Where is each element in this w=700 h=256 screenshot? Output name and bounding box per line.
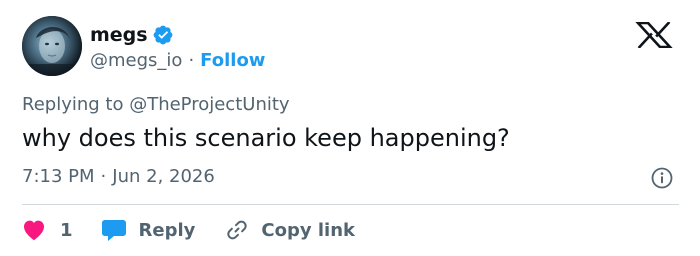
link-icon [227, 220, 248, 240]
reply-label: Reply [138, 219, 196, 241]
reply-button[interactable]: Reply [101, 218, 196, 242]
copy-link-label: Copy link [261, 219, 355, 241]
separator-dot: · [188, 49, 195, 71]
like-count: 1 [60, 219, 73, 241]
tweet-card: megs @megs_io · Follow Replying to @TheP… [0, 0, 700, 256]
copy-link-button[interactable]: Copy link [225, 218, 355, 242]
timestamp-separator: · [100, 166, 107, 187]
x-logo-icon[interactable] [634, 21, 674, 49]
timestamp-row[interactable]: 7:13 PM · Jun 2, 2026 [22, 166, 215, 187]
author-handle-row: @megs_io · Follow [90, 48, 265, 72]
reply-bubble-icon [101, 220, 126, 241]
tweet-date: Jun 2, 2026 [112, 166, 215, 187]
author-name-row: megs [90, 22, 174, 48]
avatar-image [22, 16, 82, 76]
avatar[interactable] [22, 16, 82, 76]
replying-to-line: Replying to @TheProjectUnity [22, 94, 290, 115]
tweet-text: why does this scenario keep happening? [22, 124, 510, 152]
replying-prefix: Replying to [22, 94, 130, 115]
heart-icon [24, 220, 44, 241]
info-icon[interactable] [651, 167, 673, 189]
action-bar: 1 Reply Copy link [22, 216, 355, 244]
verified-badge-icon [152, 24, 174, 46]
like-button[interactable]: 1 [22, 219, 73, 241]
author-handle[interactable]: @megs_io [90, 50, 182, 71]
author-display-name[interactable]: megs [90, 24, 148, 46]
divider [22, 204, 679, 205]
replying-to-mention[interactable]: @TheProjectUnity [129, 94, 289, 115]
follow-button[interactable]: Follow [200, 50, 265, 71]
tweet-time: 7:13 PM [22, 166, 95, 187]
